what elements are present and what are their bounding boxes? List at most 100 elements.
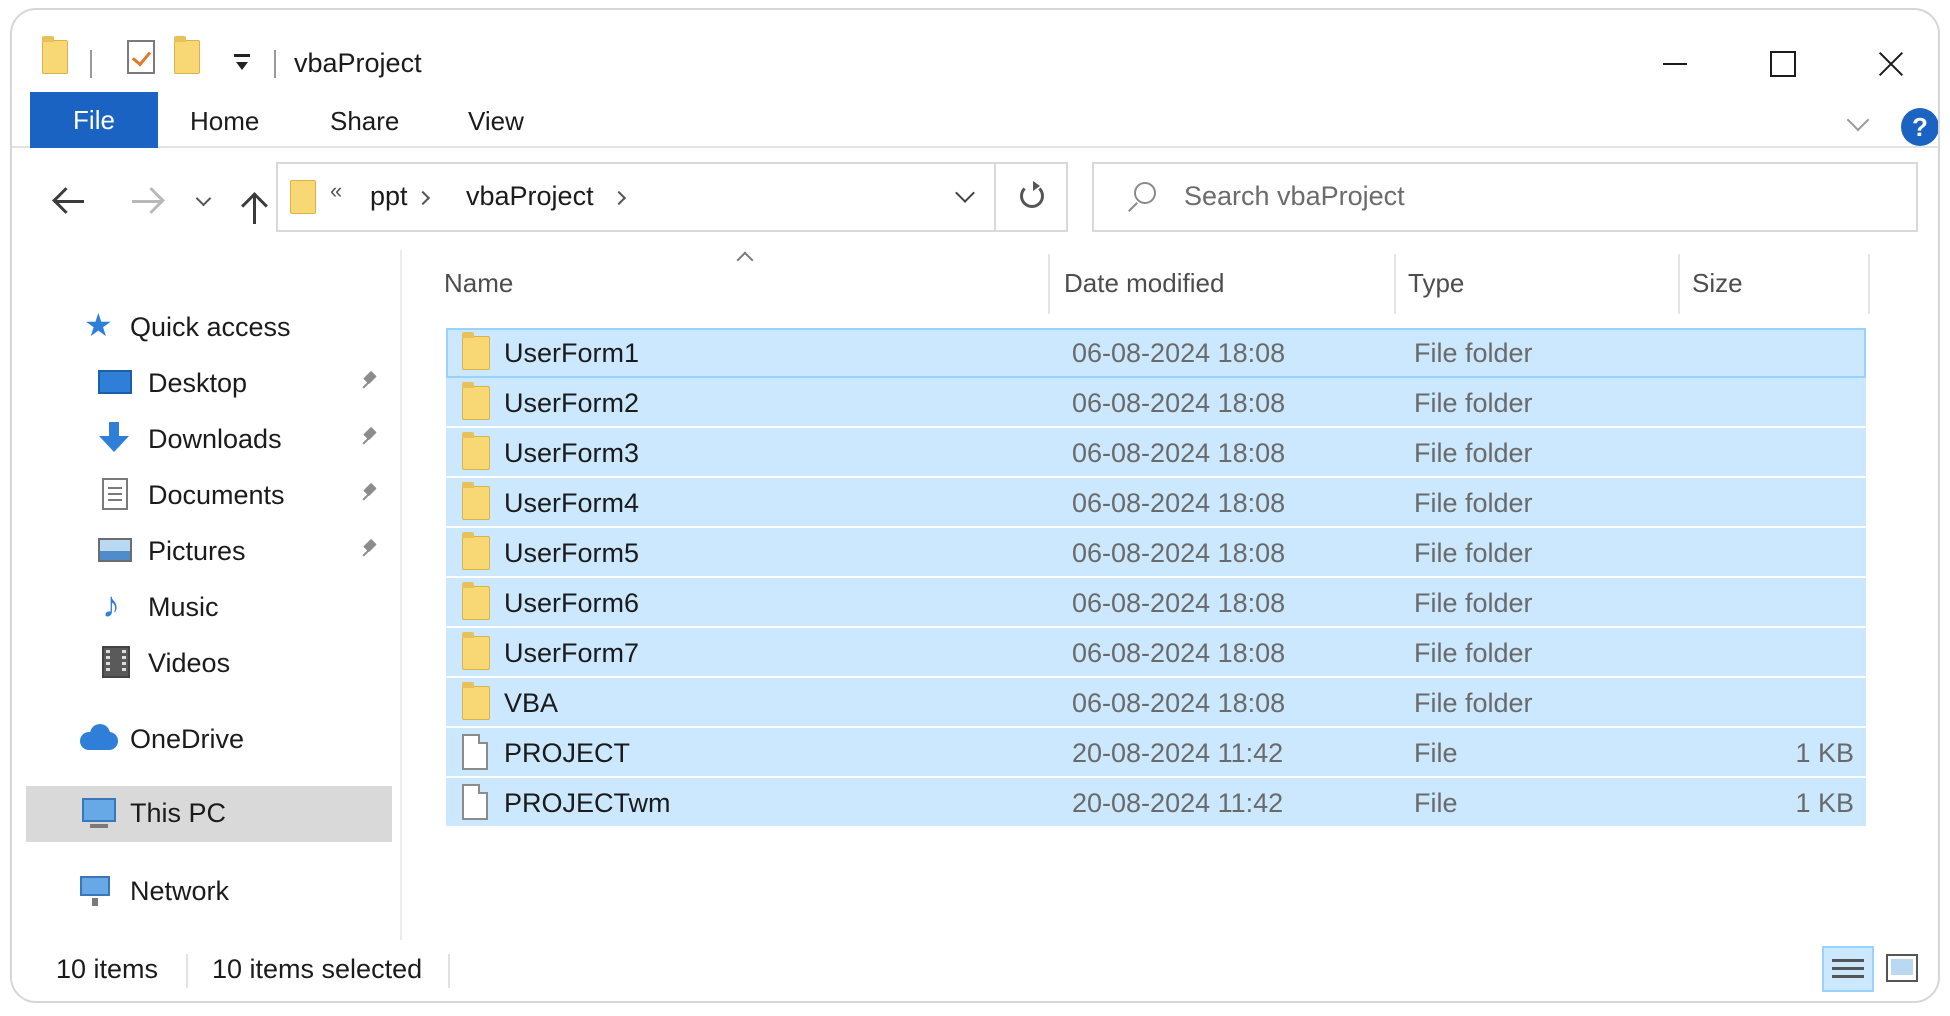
- table-row[interactable]: PROJECTwm 20-08-2024 11:42 File 1 KB: [446, 778, 1866, 828]
- refresh-icon[interactable]: [1020, 181, 1044, 208]
- table-row[interactable]: PROJECT 20-08-2024 11:42 File 1 KB: [446, 728, 1866, 778]
- file-name: PROJECTwm: [504, 788, 671, 818]
- navigation-pane: Quick access Desktop Downloads Documents…: [12, 250, 402, 940]
- file-date: 06-08-2024 18:08: [1072, 588, 1286, 618]
- sidebar-item-videos[interactable]: Videos: [12, 636, 384, 688]
- address-bar[interactable]: « ppt vbaProject: [276, 162, 1068, 232]
- minimize-button[interactable]: [1642, 34, 1708, 94]
- qat-separator: [274, 50, 276, 78]
- desktop-icon: [98, 370, 132, 394]
- column-divider[interactable]: [1394, 254, 1396, 314]
- music-icon: [102, 584, 136, 626]
- videos-icon: [102, 646, 130, 678]
- close-button[interactable]: [1858, 34, 1924, 94]
- title-bar: vbaProject: [12, 10, 1938, 90]
- address-dropdown-icon[interactable]: [955, 183, 975, 203]
- sidebar-item-downloads[interactable]: Downloads: [12, 412, 384, 464]
- new-folder-icon[interactable]: [174, 36, 200, 74]
- ribbon: File Home Share View ?: [12, 92, 1938, 148]
- selected-count: 10 items selected: [212, 954, 423, 984]
- folder-icon: [462, 332, 490, 370]
- item-count: 10 items: [56, 954, 159, 984]
- file-type: File folder: [1414, 588, 1533, 618]
- file-date: 06-08-2024 18:08: [1072, 388, 1286, 418]
- customize-qat-icon[interactable]: [234, 52, 250, 74]
- tab-home[interactable]: Home: [190, 106, 259, 137]
- status-divider: [448, 954, 450, 988]
- forward-arrow-icon[interactable]: [130, 186, 164, 216]
- pictures-icon: [98, 538, 132, 562]
- folder-icon: [290, 180, 316, 214]
- pin-icon[interactable]: [360, 372, 378, 392]
- sidebar-item-onedrive[interactable]: OneDrive: [12, 712, 384, 764]
- table-row[interactable]: UserForm2 06-08-2024 18:08 File folder: [446, 378, 1866, 428]
- details-view-icon[interactable]: [1822, 946, 1874, 992]
- folder-icon: [462, 482, 490, 520]
- up-arrow-icon[interactable]: [240, 190, 270, 224]
- tab-file[interactable]: File: [30, 92, 158, 148]
- breadcrumb-ppt[interactable]: ppt: [370, 181, 408, 212]
- file-name: UserForm4: [504, 488, 640, 518]
- sidebar-item-label: Documents: [148, 480, 285, 510]
- breadcrumb-vbaproject[interactable]: vbaProject: [466, 181, 594, 212]
- address-divider: [994, 164, 996, 230]
- table-row[interactable]: UserForm7 06-08-2024 18:08 File folder: [446, 628, 1866, 678]
- recent-locations-chevron-icon[interactable]: [195, 190, 212, 207]
- table-row[interactable]: UserForm6 06-08-2024 18:08 File folder: [446, 578, 1866, 628]
- column-divider[interactable]: [1678, 254, 1680, 314]
- sidebar-item-label: OneDrive: [130, 724, 245, 754]
- column-header-name[interactable]: Name: [444, 268, 513, 299]
- table-row[interactable]: UserForm5 06-08-2024 18:08 File folder: [446, 528, 1866, 578]
- tab-share[interactable]: Share: [330, 106, 399, 137]
- table-row[interactable]: UserForm3 06-08-2024 18:08 File folder: [446, 428, 1866, 478]
- tab-view[interactable]: View: [468, 106, 524, 137]
- maximize-button[interactable]: [1750, 34, 1816, 94]
- sidebar-item-pictures[interactable]: Pictures: [12, 524, 384, 576]
- folder-icon: [462, 532, 490, 570]
- breadcrumb-chevron-icon[interactable]: [611, 190, 627, 206]
- onedrive-icon: [80, 722, 118, 754]
- sidebar-item-label: Desktop: [148, 368, 248, 398]
- expand-ribbon-icon[interactable]: [1846, 108, 1870, 132]
- column-divider[interactable]: [1048, 254, 1050, 314]
- file-name: UserForm7: [504, 638, 640, 668]
- large-icons-view-icon[interactable]: [1886, 954, 1918, 982]
- file-name: UserForm6: [504, 588, 640, 618]
- help-icon[interactable]: ?: [1901, 108, 1938, 146]
- sidebar-item-label: Downloads: [148, 424, 282, 454]
- column-header-date-modified[interactable]: Date modified: [1064, 268, 1224, 299]
- search-box[interactable]: [1092, 162, 1918, 232]
- file-date: 06-08-2024 18:08: [1072, 438, 1286, 468]
- column-divider[interactable]: [1868, 254, 1870, 314]
- sidebar-item-label: Videos: [148, 648, 231, 678]
- pin-icon[interactable]: [360, 484, 378, 504]
- sidebar-item-quick-access[interactable]: Quick access: [12, 300, 384, 352]
- sidebar-item-desktop[interactable]: Desktop: [12, 356, 384, 408]
- breadcrumb-chevron-icon[interactable]: [415, 190, 431, 206]
- file-date: 06-08-2024 18:08: [1072, 638, 1286, 668]
- file-type: File folder: [1414, 688, 1533, 718]
- file-name: PROJECT: [504, 738, 631, 768]
- folder-icon: [42, 36, 68, 74]
- file-name: UserForm3: [504, 438, 640, 468]
- pin-icon[interactable]: [360, 540, 378, 560]
- sidebar-item-documents[interactable]: Documents: [12, 468, 384, 520]
- properties-icon[interactable]: [127, 40, 155, 74]
- sidebar-item-music[interactable]: Music: [12, 580, 384, 632]
- column-header-size[interactable]: Size: [1692, 268, 1743, 299]
- table-row[interactable]: UserForm4 06-08-2024 18:08 File folder: [446, 478, 1866, 528]
- search-input[interactable]: [1184, 176, 1884, 216]
- file-type: File folder: [1414, 638, 1533, 668]
- back-arrow-icon[interactable]: [52, 186, 86, 216]
- sidebar-item-network[interactable]: Network: [12, 864, 384, 916]
- table-row[interactable]: UserForm1 06-08-2024 18:08 File folder: [446, 328, 1866, 378]
- pin-icon[interactable]: [360, 428, 378, 448]
- sidebar-item-label: Music: [148, 592, 219, 622]
- file-size: 1 KB: [1795, 788, 1854, 818]
- sidebar-item-this-pc[interactable]: This PC: [26, 786, 392, 842]
- column-header-type[interactable]: Type: [1408, 268, 1464, 299]
- search-icon: [1134, 182, 1156, 204]
- documents-icon: [102, 478, 128, 510]
- table-row[interactable]: VBA 06-08-2024 18:08 File folder: [446, 678, 1866, 728]
- breadcrumb-overflow[interactable]: «: [330, 178, 342, 204]
